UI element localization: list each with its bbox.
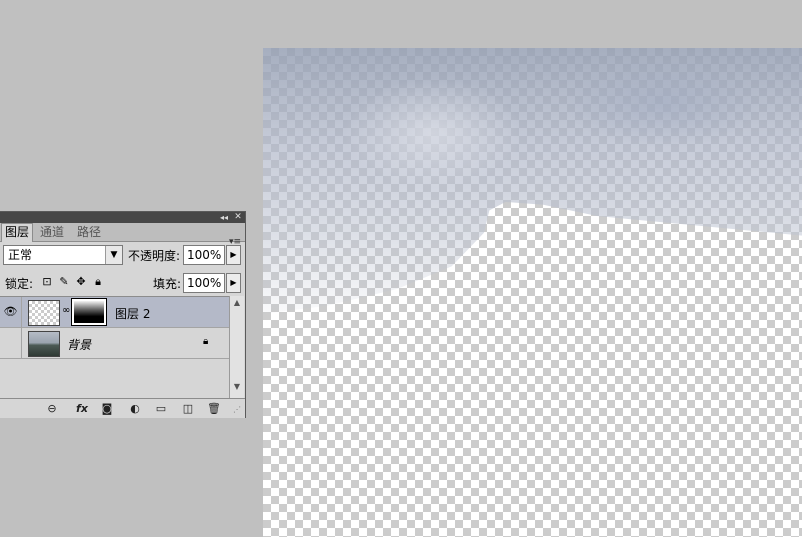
layer-name[interactable]: 背景: [67, 336, 91, 353]
tab-channels[interactable]: 通道: [37, 224, 67, 241]
mask-icon[interactable]: ◙: [99, 401, 115, 416]
blend-row: 正常 ▼ 不透明度: 100% ▶: [3, 245, 243, 267]
collapse-icon[interactable]: ◂◂: [218, 212, 230, 223]
layer-thumbnail[interactable]: [28, 331, 60, 357]
panel-footer: ⊖ fx ◙ ◐ ▭ ◫ 🗑︎ ⋰: [0, 398, 245, 418]
chevron-down-icon[interactable]: ▼: [105, 246, 122, 264]
opacity-slider-button[interactable]: ▶: [226, 245, 241, 265]
blend-mode-select[interactable]: 正常 ▼: [3, 245, 123, 265]
cloud-shape: [563, 58, 763, 148]
lock-image-icon[interactable]: ✎: [57, 275, 71, 289]
close-icon[interactable]: ✕: [232, 212, 244, 223]
layer-name[interactable]: 图层 2: [115, 305, 150, 322]
lock-position-icon[interactable]: ✥: [74, 275, 88, 289]
link-icon[interactable]: ⊖: [43, 401, 61, 416]
opacity-input[interactable]: 100%: [183, 245, 225, 265]
adjustment-icon[interactable]: ◐: [127, 401, 143, 416]
layer-row[interactable]: 背景 🔒︎: [0, 328, 229, 359]
lock-label: 锁定:: [5, 277, 34, 291]
folder-icon[interactable]: ▭: [153, 401, 169, 416]
layers-panel: ◂◂ ✕ 图层 通道 路径 ▾≡ 正常 ▼ 不透明度: 100% ▶ 锁定: ⊡…: [0, 211, 246, 418]
chain-link-icon[interactable]: ∞: [62, 305, 70, 316]
opacity-label: 不透明度:: [128, 249, 181, 263]
tab-layers[interactable]: 图层: [1, 223, 34, 242]
layers-scrollbar[interactable]: ▲ ▼: [229, 296, 244, 406]
blend-mode-value: 正常: [8, 248, 33, 262]
lock-transparent-icon[interactable]: ⊡: [40, 275, 54, 289]
eye-icon[interactable]: 👁︎: [0, 297, 22, 327]
document-canvas[interactable]: [263, 48, 802, 537]
lock-row: 锁定: ⊡ ✎ ✥ 🔒︎ 填充: 100% ▶: [3, 272, 243, 294]
fill-label: 填充:: [153, 277, 182, 291]
scroll-up-icon[interactable]: ▲: [230, 296, 244, 310]
layer-image-content: [263, 48, 802, 314]
panel-titlebar[interactable]: ◂◂ ✕: [0, 212, 245, 223]
lock-icon: 🔒︎: [203, 336, 209, 347]
panel-tabs: 图层 通道 路径 ▾≡: [0, 223, 245, 247]
lock-all-icon[interactable]: 🔒︎: [91, 275, 105, 289]
layer-mask-thumbnail[interactable]: [71, 298, 107, 326]
resize-grip-icon[interactable]: ⋰: [233, 405, 241, 414]
tab-paths[interactable]: 路径: [74, 224, 104, 241]
scroll-down-icon[interactable]: ▼: [230, 380, 244, 394]
cloud-shape: [343, 78, 523, 188]
visibility-toggle[interactable]: [0, 328, 22, 358]
new-layer-icon[interactable]: ◫: [180, 401, 196, 416]
fill-input[interactable]: 100%: [183, 273, 225, 293]
layer-thumbnail[interactable]: [28, 300, 60, 326]
layer-row[interactable]: 👁︎ ∞ 图层 2: [0, 297, 229, 328]
fx-icon[interactable]: fx: [73, 401, 91, 416]
trash-icon[interactable]: 🗑︎: [206, 401, 222, 416]
layers-list: 👁︎ ∞ 图层 2 背景 🔒︎: [0, 296, 229, 398]
fill-slider-button[interactable]: ▶: [226, 273, 241, 293]
